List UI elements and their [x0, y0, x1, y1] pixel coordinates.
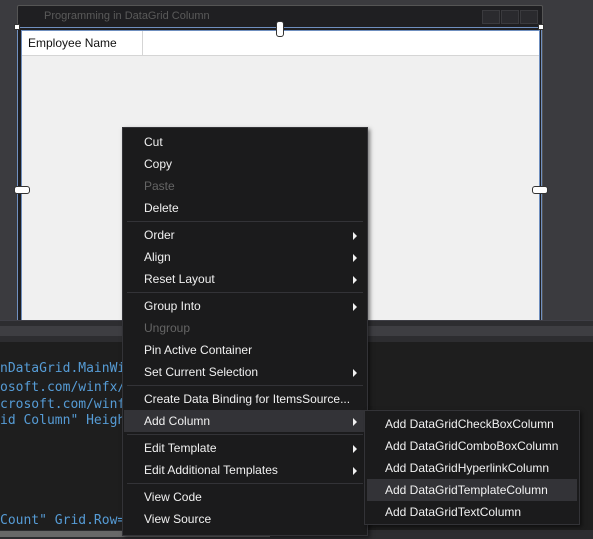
selection-outline-left	[17, 27, 18, 322]
chevron-right-icon	[353, 445, 357, 453]
menu-item-label: Edit Template	[144, 441, 217, 455]
chevron-right-icon	[353, 467, 357, 475]
submenu-item-combobox-column[interactable]: Add DataGridComboBoxColumn	[367, 435, 577, 457]
chevron-right-icon	[353, 303, 357, 311]
menu-item-paste[interactable]: Paste	[124, 175, 366, 197]
menu-item-label: Paste	[144, 179, 175, 193]
code-line: Count" Grid.Row="	[0, 513, 134, 528]
menu-item-label: View Source	[144, 512, 212, 526]
submenu-item-label: Add DataGridCheckBoxColumn	[385, 417, 554, 431]
menu-item-label: Order	[144, 228, 175, 242]
submenu-item-label: Add DataGridTextColumn	[385, 505, 522, 519]
code-line: crosoft.com/winfx/	[0, 397, 141, 412]
menu-item-view-code[interactable]: View Code	[124, 486, 366, 508]
menu-separator	[127, 385, 363, 386]
maximize-button	[501, 10, 519, 24]
menu-item-reset-layout[interactable]: Reset Layout	[124, 268, 366, 290]
menu-item-label: Align	[144, 250, 171, 264]
submenu-item-hyperlink-column[interactable]: Add DataGridHyperlinkColumn	[367, 457, 577, 479]
menu-item-label: View Code	[144, 490, 202, 504]
datagrid-column-header[interactable]: Employee Name	[22, 31, 143, 55]
code-line: nDataGrid.MainWin	[0, 361, 134, 376]
menu-item-group-into[interactable]: Group Into	[124, 295, 366, 317]
menu-item-label: Ungroup	[144, 321, 191, 335]
menu-item-align[interactable]: Align	[124, 246, 366, 268]
menu-separator	[127, 434, 363, 435]
submenu-item-label: Add DataGridTemplateColumn	[385, 483, 548, 497]
add-column-submenu: Add DataGridCheckBoxColumn Add DataGridC…	[364, 410, 580, 525]
chevron-right-icon	[353, 369, 357, 377]
chevron-right-icon	[353, 418, 357, 426]
code-line: osoft.com/winfx/20	[0, 380, 141, 395]
minimize-button	[482, 10, 500, 24]
menu-separator	[127, 292, 363, 293]
menu-item-view-source[interactable]: View Source	[124, 508, 366, 530]
menu-item-copy[interactable]: Copy	[124, 153, 366, 175]
context-menu: Cut Copy Paste Delete Order Align Reset …	[122, 127, 368, 536]
chevron-right-icon	[353, 254, 357, 262]
menu-item-label: Add Column	[144, 414, 211, 428]
menu-item-label: Copy	[144, 157, 173, 171]
menu-item-edit-template[interactable]: Edit Template	[124, 437, 366, 459]
submenu-item-checkbox-column[interactable]: Add DataGridCheckBoxColumn	[367, 413, 577, 435]
resize-handle-top-left[interactable]	[14, 24, 20, 30]
submenu-item-label: Add DataGridComboBoxColumn	[385, 439, 559, 453]
menu-separator	[127, 483, 363, 484]
menu-item-create-data-binding[interactable]: Create Data Binding for ItemsSource...	[124, 388, 366, 410]
close-button	[520, 10, 538, 24]
menu-item-pin-active-container[interactable]: Pin Active Container	[124, 339, 366, 361]
chevron-right-icon	[353, 276, 357, 284]
menu-item-label: Edit Additional Templates	[144, 463, 278, 477]
menu-item-delete[interactable]: Delete	[124, 197, 366, 219]
submenu-item-label: Add DataGridHyperlinkColumn	[385, 461, 550, 475]
menu-item-edit-additional-templates[interactable]: Edit Additional Templates	[124, 459, 366, 481]
menu-item-label: Cut	[144, 135, 163, 149]
menu-item-label: Create Data Binding for ItemsSource...	[144, 392, 351, 406]
menu-item-set-current-selection[interactable]: Set Current Selection	[124, 361, 366, 383]
menu-item-add-column[interactable]: Add Column	[124, 410, 366, 432]
resize-handle-right[interactable]	[532, 186, 548, 194]
resize-handle-top-right[interactable]	[538, 24, 544, 30]
menu-item-label: Group Into	[144, 299, 201, 313]
menu-item-label: Reset Layout	[144, 272, 215, 286]
resize-handle-top[interactable]	[276, 21, 284, 37]
menu-separator	[127, 221, 363, 222]
code-line: id Column" Height=	[0, 413, 141, 428]
menu-item-label: Set Current Selection	[144, 365, 259, 379]
menu-item-label: Pin Active Container	[144, 343, 253, 357]
submenu-item-template-column[interactable]: Add DataGridTemplateColumn	[367, 479, 577, 501]
selection-outline-right	[541, 27, 542, 322]
menu-item-ungroup[interactable]: Ungroup	[124, 317, 366, 339]
menu-item-cut[interactable]: Cut	[124, 131, 366, 153]
resize-handle-left[interactable]	[14, 186, 30, 194]
chevron-right-icon	[353, 232, 357, 240]
visual-studio-window: Programming in DataGrid Column Employee …	[0, 0, 593, 539]
menu-item-label: Delete	[144, 201, 179, 215]
menu-item-order[interactable]: Order	[124, 224, 366, 246]
submenu-item-text-column[interactable]: Add DataGridTextColumn	[367, 501, 577, 523]
designed-window-title: Programming in DataGrid Column	[44, 10, 210, 22]
